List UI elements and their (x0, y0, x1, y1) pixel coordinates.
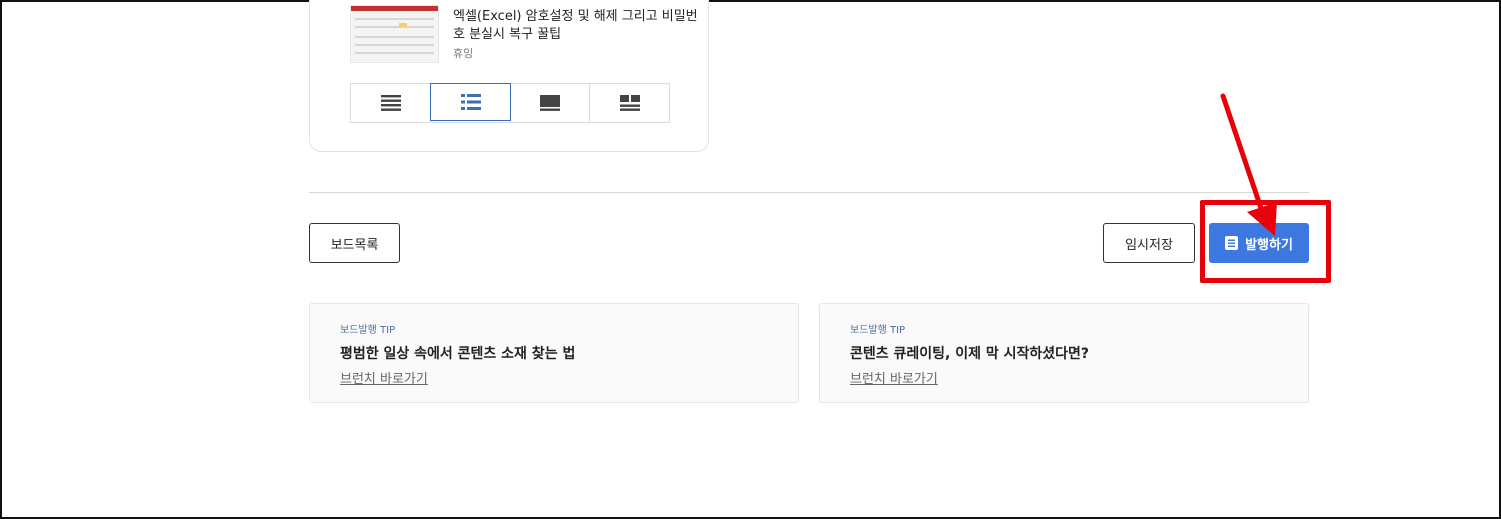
section-divider (309, 192, 1309, 193)
thumbnail-row (355, 36, 434, 38)
tip-title: 콘텐츠 큐레이팅, 이제 막 시작하셨다면? (850, 346, 1090, 362)
tip-title: 평범한 일상 속에서 콘텐츠 소재 찾는 법 (340, 346, 576, 362)
view-type-switch (350, 83, 670, 123)
post-author: 휴잉 (453, 47, 474, 60)
document-icon (1225, 236, 1239, 250)
post-thumbnail[interactable] (350, 5, 439, 63)
tip-label: 보드발행 TIP (850, 325, 906, 336)
view-text-list-button[interactable] (351, 84, 431, 122)
thumbnail-row (355, 52, 434, 54)
post-title[interactable]: 엑셀(Excel) 암호설정 및 해제 그리고 비밀번호 분실시 복구 꿀팁 (453, 8, 703, 44)
board-preview-card: 엑셀(Excel) 암호설정 및 해제 그리고 비밀번호 분실시 복구 꿀팁 휴… (309, 0, 709, 152)
thumbnail-row (355, 18, 434, 20)
view-grid-button[interactable] (590, 84, 669, 122)
publish-button[interactable]: 발행하기 (1209, 223, 1309, 263)
view-card-button[interactable] (510, 84, 590, 122)
thumbnail-row (355, 44, 434, 46)
thumbnail-row (355, 26, 434, 28)
view-bullet-list-button[interactable] (430, 83, 511, 121)
thumbnail-cell (399, 23, 407, 27)
board-list-button[interactable]: 보드목록 (309, 223, 400, 263)
tip-link-brunch[interactable]: 브런치 바로가기 (340, 368, 428, 387)
text-list-icon (380, 95, 401, 111)
save-draft-button[interactable]: 임시저장 (1103, 223, 1195, 263)
thumbnail-ribbon (351, 6, 438, 11)
tip-label: 보드발행 TIP (340, 325, 396, 336)
tip-link-brunch[interactable]: 브런치 바로가기 (850, 368, 938, 387)
card-view-icon (539, 95, 560, 111)
grid-view-icon (619, 95, 640, 111)
bullet-list-icon (460, 94, 481, 110)
publish-button-label: 발행하기 (1245, 236, 1293, 252)
tip-card: 보드발행 TIP 콘텐츠 큐레이팅, 이제 막 시작하셨다면? 브런치 바로가기 (819, 303, 1309, 403)
tip-card: 보드발행 TIP 평범한 일상 속에서 콘텐츠 소재 찾는 법 브런치 바로가기 (309, 303, 799, 403)
